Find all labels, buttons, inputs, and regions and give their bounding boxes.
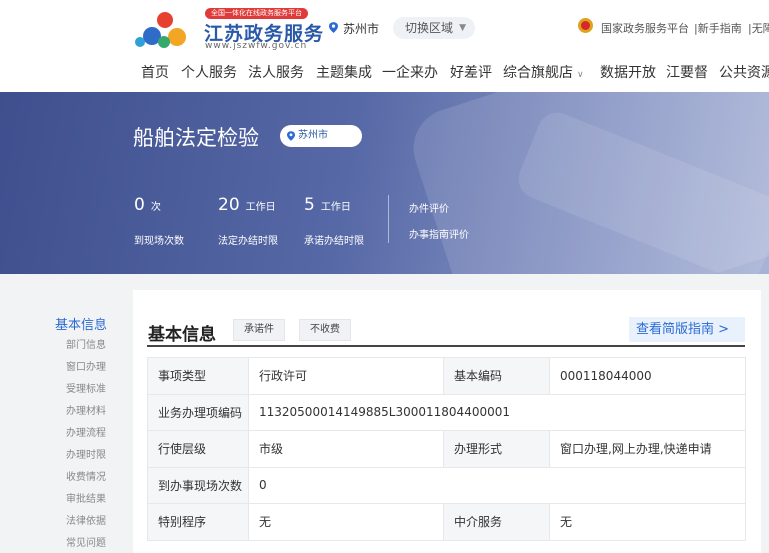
top-link-guide[interactable]: |新手指南 <box>694 20 742 36</box>
sidebar-item-faq[interactable]: 常见问题 <box>66 534 106 549</box>
view-brief-guide-button[interactable]: 查看简版指南 > <box>629 317 745 342</box>
info-key: 业务办理项编码 <box>147 393 249 431</box>
logo-icon[interactable] <box>132 8 196 52</box>
sidebar-item-basic-info[interactable]: 基本信息 <box>55 314 107 333</box>
sidebar-item-materials[interactable]: 办理材料 <box>66 402 106 417</box>
sidebar-item-acceptance[interactable]: 受理标准 <box>66 380 106 395</box>
banner-divider <box>388 195 389 243</box>
sidebar-item-time-limit[interactable]: 办理时限 <box>66 446 106 461</box>
nav-item-supervision[interactable]: 江要督 <box>666 62 708 82</box>
info-key: 到办事现场次数 <box>147 466 249 504</box>
nav-item-open-data[interactable]: 数据开放 <box>600 62 656 82</box>
info-key: 行使层级 <box>147 430 249 468</box>
stat-legal-limit: 20 工作日 <box>218 195 276 215</box>
info-value: 行政许可 <box>248 357 444 395</box>
info-key: 基本编码 <box>443 357 550 395</box>
info-key: 特别程序 <box>147 503 249 541</box>
top-link-accessibility[interactable]: |无障 <box>748 20 769 36</box>
info-key: 办理形式 <box>443 430 550 468</box>
switch-region-label: 切换区域 <box>405 21 454 35</box>
stat-legal-limit-value: 20 <box>218 195 240 215</box>
stat-legal-limit-unit: 工作日 <box>245 202 276 213</box>
stat-promise-limit-unit: 工作日 <box>320 202 351 213</box>
info-value: 窗口办理,网上办理,快递申请 <box>549 430 746 468</box>
info-value: 无 <box>248 503 444 541</box>
switch-region-button[interactable]: 切换区域 ▼ <box>393 17 475 39</box>
nav-item-corporate[interactable]: 法人服务 <box>248 62 304 82</box>
nav-item-public-resources[interactable]: 公共资源 <box>719 62 769 82</box>
info-value: 市级 <box>248 430 444 468</box>
chevron-down-icon: ▼ <box>459 23 466 33</box>
top-link-national-platform[interactable]: 国家政务服务平台 <box>601 20 689 36</box>
stat-visits: 0次 <box>134 195 161 215</box>
chip-promise: 承诺件 <box>233 319 285 341</box>
nav-item-home[interactable]: 首页 <box>141 62 169 82</box>
nav-item-personal[interactable]: 个人服务 <box>181 62 237 82</box>
case-evaluation-link[interactable]: 办件评价 <box>409 200 449 215</box>
nav-item-flagship-label: 综合旗舰店 <box>503 65 573 81</box>
location-pin-icon <box>329 22 338 33</box>
info-key: 事项类型 <box>147 357 249 395</box>
table-row: 到办事现场次数 0 <box>147 466 746 504</box>
sidebar-item-legal-basis[interactable]: 法律依据 <box>66 512 106 527</box>
nav-item-themes[interactable]: 主题集成 <box>316 62 372 82</box>
nav-item-feedback[interactable]: 好差评 <box>450 62 492 82</box>
info-value: 无 <box>549 503 746 541</box>
chevron-down-icon: ∨ <box>577 70 584 80</box>
city-tag-label: 苏州市 <box>298 130 328 141</box>
table-row: 特别程序 无 中介服务 无 <box>147 503 746 541</box>
sidebar-item-results[interactable]: 审批结果 <box>66 490 106 505</box>
service-title: 船舶法定检验 <box>133 126 259 150</box>
stat-visits-label: 到现场次数 <box>134 236 184 247</box>
table-row: 事项类型 行政许可 基本编码 000118044000 <box>147 357 746 395</box>
service-banner: 船舶法定检验 苏州市 0次 到现场次数 20 工作日 法定办结时限 5 工作日 承诺… <box>0 92 769 274</box>
table-row: 行使层级 市级 办理形式 窗口办理,网上办理,快递申请 <box>147 430 746 468</box>
current-city[interactable]: 苏州市 <box>343 20 379 37</box>
nav-item-flagship[interactable]: 综合旗舰店 ∨ <box>503 62 584 82</box>
stat-visits-unit: 次 <box>150 202 161 213</box>
section-title: 基本信息 <box>148 325 216 345</box>
sidebar-item-fees[interactable]: 收费情况 <box>66 468 106 483</box>
sidebar-item-process[interactable]: 办理流程 <box>66 424 106 439</box>
info-key: 中介服务 <box>443 503 550 541</box>
stat-legal-limit-label: 法定办结时限 <box>218 236 278 247</box>
stat-visits-value: 0 <box>134 195 145 215</box>
info-value: 11320500014149885L300011804400001 <box>248 393 746 431</box>
logo-url: www.jszwfw.gov.cn <box>205 41 308 51</box>
site-header: 全国一体化在线政务服务平台 江苏政务服务 www.jszwfw.gov.cn 苏… <box>0 0 769 92</box>
nav-item-one-enterprise[interactable]: 一企来办 <box>382 62 438 82</box>
info-value: 000118044000 <box>549 357 746 395</box>
stat-promise-limit: 5 工作日 <box>304 195 351 215</box>
location-pin-icon <box>287 131 295 141</box>
stat-promise-limit-value: 5 <box>304 195 315 215</box>
sidebar-item-window[interactable]: 窗口办理 <box>66 358 106 373</box>
city-tag: 苏州市 <box>280 125 362 147</box>
sidebar-item-department[interactable]: 部门信息 <box>66 336 106 351</box>
info-table: 事项类型 行政许可 基本编码 000118044000 业务办理项编码 1132… <box>147 357 746 541</box>
guide-evaluation-link[interactable]: 办事指南评价 <box>409 226 469 241</box>
chip-free: 不收费 <box>299 319 351 341</box>
table-row: 业务办理项编码 11320500014149885L30001180440000… <box>147 393 746 431</box>
basic-info-card: 基本信息 承诺件 不收费 查看简版指南 > 事项类型 行政许可 基本编码 000… <box>133 290 761 553</box>
logo-badge: 全国一体化在线政务服务平台 <box>205 8 308 19</box>
section-divider <box>147 345 745 347</box>
info-value: 0 <box>248 466 746 504</box>
national-emblem-icon <box>578 18 593 33</box>
stat-promise-limit-label: 承诺办结时限 <box>304 236 364 247</box>
